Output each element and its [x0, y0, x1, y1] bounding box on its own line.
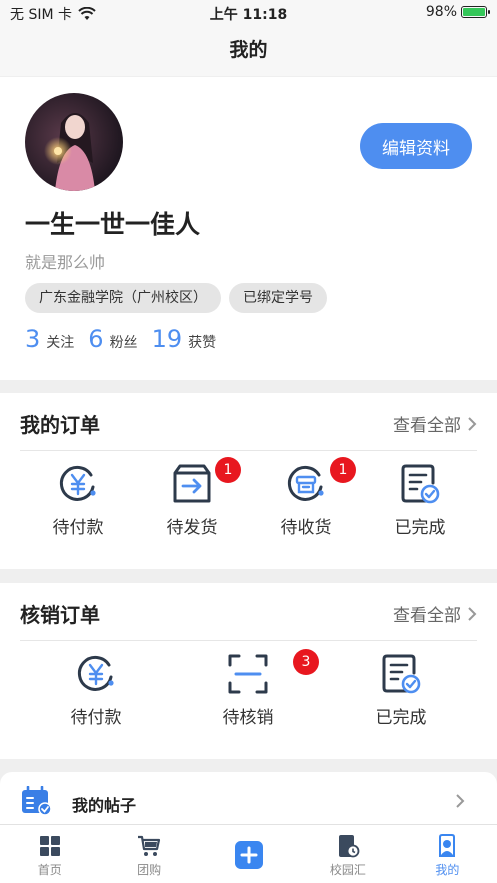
order-item-label: 待发货: [166, 518, 218, 538]
scan-icon: [228, 654, 268, 694]
order-item-label: 已完成: [394, 518, 446, 538]
badge-count: 1: [330, 457, 356, 483]
avatar[interactable]: [25, 93, 123, 191]
battery-percent: 98%: [425, 4, 457, 20]
book-icon: [338, 835, 360, 858]
stat-followers[interactable]: 6 粉丝: [88, 325, 137, 353]
tab-label: 首页: [37, 863, 62, 877]
profile-icon: [439, 834, 456, 857]
yuan-icon: [77, 655, 114, 691]
tab-home[interactable]: 首页: [0, 825, 99, 883]
tab-mine[interactable]: 我的: [398, 825, 497, 883]
stat-label: 粉丝: [109, 335, 138, 351]
stat-number: 19: [151, 325, 183, 353]
stat-number: 6: [88, 325, 104, 353]
bio: 就是那么帅: [25, 253, 106, 272]
edit-profile-button[interactable]: 编辑资料: [360, 123, 472, 169]
verify-orders-view-all[interactable]: 查看全部: [393, 601, 477, 626]
username: 一生一世一佳人: [25, 210, 201, 239]
calendar-check-icon: [22, 786, 52, 816]
check-doc-icon: [401, 464, 440, 504]
verify-item-label: 待核销: [222, 708, 274, 728]
status-time: 上午 11:18: [209, 7, 288, 23]
status-bar: 无 SIM 卡 上午 11:18 98%: [0, 0, 497, 26]
profile-tags: 广东金融学院（广州校区） 已绑定学号: [25, 283, 327, 313]
chevron-right-icon: [456, 794, 465, 808]
verify-item-label: 已完成: [375, 708, 427, 728]
profile-stats: 3 关注 6 粉丝 19 获赞: [25, 325, 216, 353]
page-title: 我的: [0, 26, 497, 76]
my-posts-row[interactable]: 我的帖子: [0, 772, 497, 824]
receive-icon: [287, 465, 324, 501]
verify-orders-header: 核销订单 查看全部: [20, 583, 477, 641]
my-posts-title: 我的帖子: [72, 796, 137, 815]
stat-number: 3: [25, 325, 41, 353]
view-all-label: 查看全部: [393, 606, 461, 626]
tab-label: 我的: [435, 863, 460, 877]
cart-icon: [138, 835, 161, 856]
stat-label: 获赞: [188, 335, 217, 351]
verify-orders-card: 核销订单 查看全部 待付款 待核销 3 已完成: [0, 583, 497, 759]
order-item-label: 待收货: [280, 518, 332, 538]
order-item-label: 待付款: [52, 518, 104, 538]
chevron-right-icon: [468, 606, 477, 621]
tab-post[interactable]: [199, 825, 298, 883]
profile-card: 编辑资料 一生一世一佳人 就是那么帅 广东金融学院（广州校区） 已绑定学号 3 …: [0, 77, 497, 380]
stat-likes[interactable]: 19 获赞: [152, 325, 217, 353]
verify-pending-verification[interactable]: 待核销 3: [215, 649, 319, 728]
tab-group-buy[interactable]: 团购: [99, 825, 198, 883]
verify-orders-title: 核销订单: [20, 603, 100, 627]
chevron-right-icon: [468, 416, 477, 431]
verify-pending-payment[interactable]: 待付款: [63, 653, 129, 728]
my-orders-card: 我的订单 查看全部 待付款 待发货 1 待收货 1 已完成: [0, 393, 497, 569]
tab-bar: 首页 团购 校园汇 我的: [0, 824, 497, 883]
check-doc-icon: [382, 654, 421, 694]
order-pending-payment[interactable]: 待付款: [45, 463, 111, 538]
box-arrow-icon: [173, 464, 211, 503]
view-all-label: 查看全部: [393, 416, 461, 436]
tab-campus[interactable]: 校园汇: [298, 825, 397, 883]
badge-count: 3: [293, 649, 319, 675]
home-grid-icon: [39, 836, 60, 856]
my-orders-title: 我的订单: [20, 413, 100, 437]
order-completed[interactable]: 已完成: [387, 463, 453, 538]
my-orders-view-all[interactable]: 查看全部: [393, 411, 477, 436]
tag-student-id: 已绑定学号: [229, 283, 327, 313]
verify-completed[interactable]: 已完成: [368, 653, 434, 728]
badge-count: 1: [215, 457, 241, 483]
tag-school: 广东金融学院（广州校区）: [25, 283, 221, 313]
tab-label: 团购: [137, 863, 162, 877]
order-pending-shipment[interactable]: 待发货 1: [159, 457, 241, 538]
my-orders-header: 我的订单 查看全部: [20, 393, 477, 451]
battery-icon: [461, 6, 490, 18]
verify-item-label: 待付款: [70, 708, 122, 728]
order-pending-receipt[interactable]: 待收货 1: [273, 457, 356, 538]
plus-icon: [234, 841, 263, 869]
yuan-icon: [59, 465, 96, 501]
stat-label: 关注: [46, 335, 75, 351]
stat-following[interactable]: 3 关注: [25, 325, 74, 353]
tab-label: 校园汇: [329, 863, 366, 877]
